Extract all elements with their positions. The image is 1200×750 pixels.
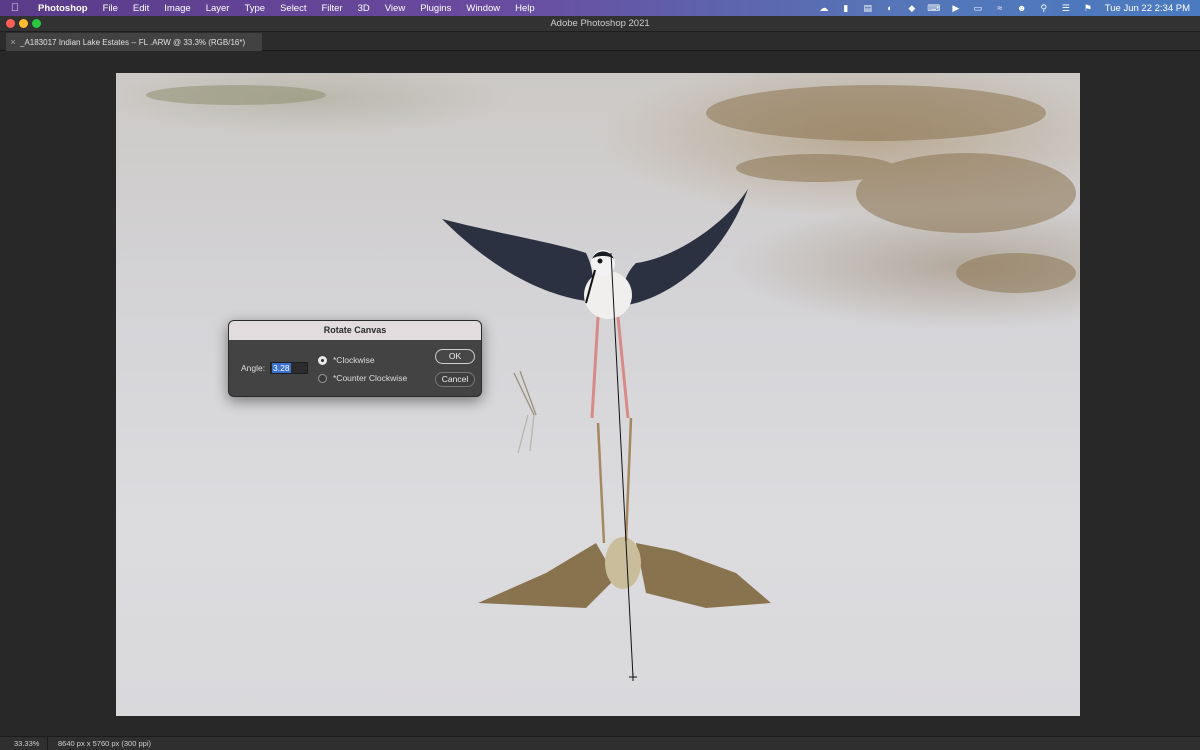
- document-tab[interactable]: × _A183017 Indian Lake Estates -- FL .AR…: [6, 33, 262, 51]
- counter-clockwise-label: *Counter Clockwise: [333, 373, 408, 383]
- creative-cloud-icon[interactable]: ☁: [813, 3, 835, 14]
- angle-label: Angle:: [241, 363, 266, 373]
- menu-file[interactable]: File: [95, 3, 125, 14]
- menu-3d[interactable]: 3D: [350, 3, 377, 14]
- stilt-bird: [442, 189, 748, 419]
- clockwise-radio[interactable]: [318, 355, 327, 365]
- document-icon[interactable]: ▤: [857, 3, 879, 14]
- clockwise-label: *Clockwise: [333, 355, 375, 365]
- angle-value: 3.28: [272, 363, 291, 373]
- rotate-canvas-dialog: Rotate Canvas Angle: 3.28 *Clockwise *Co…: [228, 320, 482, 397]
- menu-filter[interactable]: Filter: [314, 3, 350, 14]
- user-icon[interactable]: ☻: [1011, 3, 1033, 13]
- search-icon[interactable]: ⚲: [1033, 3, 1055, 14]
- dialog-title[interactable]: Rotate Canvas: [229, 321, 481, 340]
- status-bar: 33.33% 8640 px x 5760 px (300 ppi): [0, 736, 1200, 750]
- c-app-icon[interactable]: ◐: [879, 3, 901, 13]
- minimize-window-button[interactable]: [19, 19, 28, 28]
- control-center-icon[interactable]: ☰: [1055, 3, 1077, 14]
- app-title: Adobe Photoshop 2021: [550, 18, 650, 29]
- play-icon[interactable]: ▶: [945, 3, 967, 14]
- close-window-button[interactable]: [6, 19, 15, 28]
- menu-type[interactable]: Type: [237, 3, 273, 14]
- menu-window[interactable]: Window: [459, 3, 508, 14]
- reeds: [513, 370, 537, 454]
- notification-icon[interactable]: ▮: [835, 3, 857, 14]
- menu-select[interactable]: Select: [273, 3, 314, 14]
- angle-input[interactable]: 3.28: [270, 362, 308, 374]
- close-tab-icon[interactable]: ×: [6, 37, 20, 47]
- window-controls: [6, 19, 41, 28]
- mac-menu-bar:  Photoshop File Edit Image Layer Type S…: [0, 0, 1200, 16]
- menu-view[interactable]: View: [377, 3, 412, 14]
- document-tab-bar: × _A183017 Indian Lake Estates -- FL .AR…: [0, 32, 1200, 51]
- keyboard-icon[interactable]: ⌨: [923, 3, 945, 14]
- document-tab-name: _A183017 Indian Lake Estates -- FL .ARW …: [20, 37, 246, 47]
- menu-photoshop[interactable]: Photoshop: [30, 3, 95, 14]
- menu-plugins[interactable]: Plugins: [413, 3, 459, 14]
- ok-button[interactable]: OK: [435, 349, 475, 364]
- counter-clockwise-radio[interactable]: [318, 373, 327, 383]
- clockwise-option[interactable]: *Clockwise: [318, 355, 375, 365]
- menu-bar-status-area: ☁ ▮ ▤ ◐ ◆ ⌨ ▶ ▭ ≈ ☻ ⚲ ☰ ⚑ Tue Jun 22 2:3…: [813, 0, 1190, 16]
- document-info[interactable]: 8640 px x 5760 px (300 ppi): [48, 739, 151, 748]
- menu-layer[interactable]: Layer: [198, 3, 237, 14]
- menu-edit[interactable]: Edit: [125, 3, 156, 14]
- zoom-window-button[interactable]: [32, 19, 41, 28]
- battery-icon[interactable]: ▭: [967, 3, 989, 14]
- apple-icon[interactable]: : [0, 2, 30, 14]
- menu-bar-clock[interactable]: Tue Jun 22 2:34 PM: [1105, 3, 1190, 14]
- app-title-bar: Adobe Photoshop 2021: [0, 16, 1200, 32]
- menu-image[interactable]: Image: [157, 3, 198, 14]
- counter-clockwise-option[interactable]: *Counter Clockwise: [318, 373, 407, 383]
- menu-help[interactable]: Help: [508, 3, 543, 14]
- flag-icon[interactable]: ⚑: [1077, 3, 1099, 14]
- cancel-button[interactable]: Cancel: [435, 372, 475, 387]
- malwarebytes-icon[interactable]: ◆: [901, 3, 923, 14]
- wifi-icon[interactable]: ≈: [989, 3, 1011, 13]
- zoom-level[interactable]: 33.33%: [0, 736, 48, 750]
